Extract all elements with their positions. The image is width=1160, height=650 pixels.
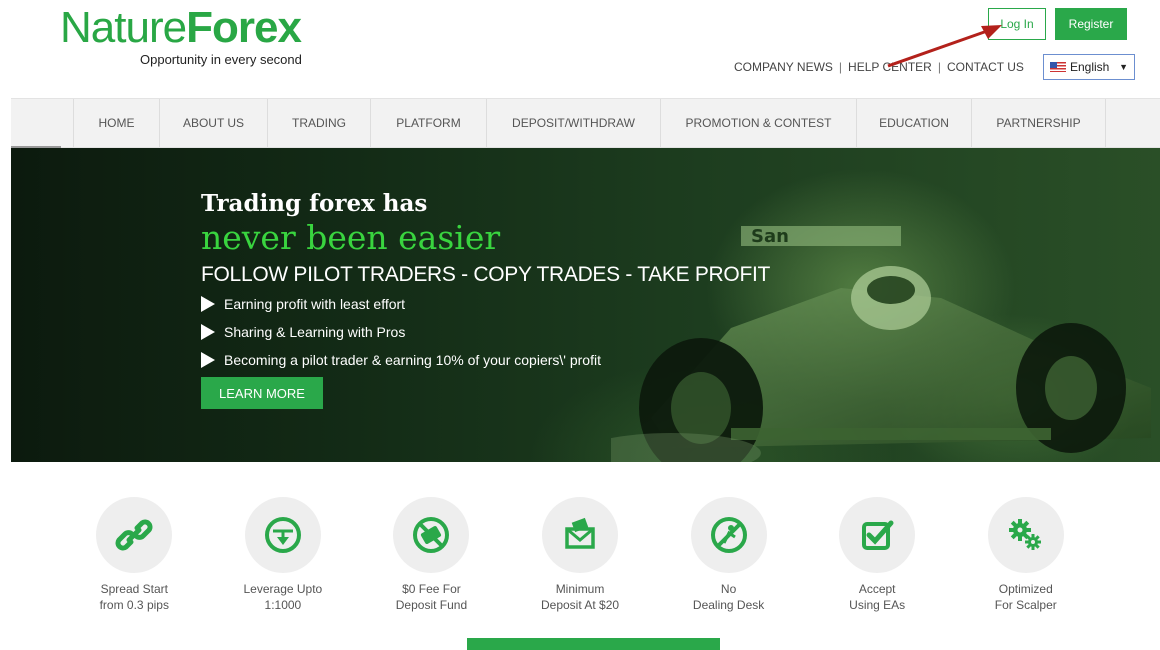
features-row: Spread Start from 0.3 pips Leverage Upto…: [60, 497, 1100, 613]
no-fee-icon: [413, 517, 450, 553]
main-nav: HOME ABOUT US TRADING PLATFORM DEPOSIT/W…: [11, 98, 1160, 148]
language-label: English: [1070, 60, 1110, 74]
logo-part-x: x: [277, 3, 302, 52]
contact-us-link[interactable]: CONTACT US: [947, 60, 1024, 74]
hero-bullet: Sharing & Learning with Pros: [201, 318, 601, 346]
us-flag-icon: [1050, 62, 1066, 72]
top-links: COMPANY NEWS | HELP CENTER | CONTACT US: [734, 60, 1024, 74]
company-news-link[interactable]: COMPANY NEWS: [734, 60, 833, 74]
money-envelope-icon: [565, 517, 595, 549]
feature-text-line1: Optimized: [998, 582, 1053, 596]
feature-icon-circle: [244, 497, 321, 573]
feature-text-line1: No: [720, 582, 737, 596]
nav-item-about-us[interactable]: ABOUT US: [159, 99, 267, 147]
nav-item-trading[interactable]: TRADING: [267, 99, 370, 147]
feature-spread[interactable]: Spread Start from 0.3 pips: [60, 497, 209, 613]
hero-subtitle: FOLLOW PILOT TRADERS - COPY TRADES - TAK…: [201, 263, 771, 286]
logo-tagline: Opportunity in every second: [140, 52, 302, 67]
nav-item-promotion-contest[interactable]: PROMOTION & CONTEST: [660, 99, 856, 147]
link-icon: [115, 519, 153, 551]
feature-accept-eas[interactable]: Accept Using EAs: [803, 497, 952, 613]
feature-text-line2: 1:1000: [264, 598, 302, 612]
register-button[interactable]: Register: [1055, 8, 1127, 40]
logo-wordmark: NatureForex: [60, 3, 302, 52]
feature-scalper[interactable]: Optimized For Scalper: [951, 497, 1100, 613]
hero-bullet-list: Earning profit with least effort Sharing…: [201, 290, 601, 374]
feature-leverage[interactable]: Leverage Upto 1:1000: [209, 497, 358, 613]
feature-text-line2: Using EAs: [849, 598, 906, 612]
no-dealing-desk-icon: [710, 517, 747, 553]
hero-bullet-text: Becoming a pilot trader & earning 10% of…: [224, 352, 601, 368]
feature-text-line1: Minimum: [555, 582, 605, 596]
language-select[interactable]: English ▼: [1043, 54, 1135, 80]
nav-items: HOME ABOUT US TRADING PLATFORM DEPOSIT/W…: [73, 99, 1106, 147]
play-triangle-icon: [201, 352, 215, 368]
hero-bullet: Becoming a pilot trader & earning 10% of…: [201, 346, 601, 374]
logo-part-fore: Fore: [186, 3, 278, 52]
separator: |: [838, 60, 843, 74]
bottom-cta-button[interactable]: [467, 638, 720, 650]
login-button[interactable]: Log In: [988, 8, 1046, 40]
hero-bullet-text: Earning profit with least effort: [224, 296, 406, 312]
nav-item-partnership[interactable]: PARTNERSHIP: [971, 99, 1106, 147]
feature-text-line1: Accept: [858, 582, 896, 596]
feature-text-line2: For Scalper: [994, 598, 1057, 612]
feature-icon-circle: [542, 497, 619, 573]
feature-text-line2: Deposit Fund: [395, 598, 468, 612]
feature-icon-circle: [690, 497, 767, 573]
hero-bullet: Earning profit with least effort: [201, 290, 601, 318]
page: NatureForex Opportunity in every second …: [0, 0, 1160, 650]
hero-title-line1: Trading forex has: [201, 190, 428, 217]
nav-item-home[interactable]: HOME: [73, 99, 159, 147]
hero-title-line2: never been easier: [201, 218, 501, 257]
learn-more-button[interactable]: LEARN MORE: [201, 377, 323, 409]
feature-icon-circle: [987, 497, 1064, 573]
checkbox-icon: [862, 520, 894, 550]
feature-icon-circle: [839, 497, 916, 573]
feature-min-deposit[interactable]: Minimum Deposit At $20: [506, 497, 655, 613]
play-triangle-icon: [201, 296, 215, 312]
help-center-link[interactable]: HELP CENTER: [848, 60, 932, 74]
feature-zero-fee[interactable]: $0 Fee For Deposit Fund: [357, 497, 506, 613]
feature-text-line2: from 0.3 pips: [99, 598, 169, 612]
feature-text-line2: Dealing Desk: [692, 598, 765, 612]
hero-banner: San Trading forex has never been easier …: [11, 148, 1160, 462]
feature-text-line1: Spread Start: [100, 582, 168, 596]
car-sponsor-text: San: [751, 226, 789, 247]
play-triangle-icon: [201, 324, 215, 340]
hero-bullet-text: Sharing & Learning with Pros: [224, 324, 406, 340]
nav-item-platform[interactable]: PLATFORM: [370, 99, 486, 147]
separator: |: [937, 60, 941, 74]
feature-text-line1: Leverage Upto: [243, 582, 323, 596]
feature-no-dealing-desk[interactable]: No Dealing Desk: [654, 497, 803, 613]
feature-text-line2: Deposit At $20: [540, 598, 620, 612]
nav-item-education[interactable]: EDUCATION: [856, 99, 971, 147]
nav-item-deposit-withdraw[interactable]: DEPOSIT/WITHDRAW: [486, 99, 660, 147]
feature-text-line1: $0 Fee For: [402, 582, 461, 596]
chevron-down-icon: ▼: [1119, 62, 1128, 72]
race-car-image: San: [611, 226, 1151, 462]
gears-icon: [1008, 519, 1041, 550]
feature-icon-circle: [393, 497, 470, 573]
feature-icon-circle: [96, 497, 173, 573]
scale-icon: [264, 517, 301, 553]
logo[interactable]: NatureForex Opportunity in every second: [60, 3, 302, 68]
logo-part-nature: Nature: [60, 3, 187, 52]
